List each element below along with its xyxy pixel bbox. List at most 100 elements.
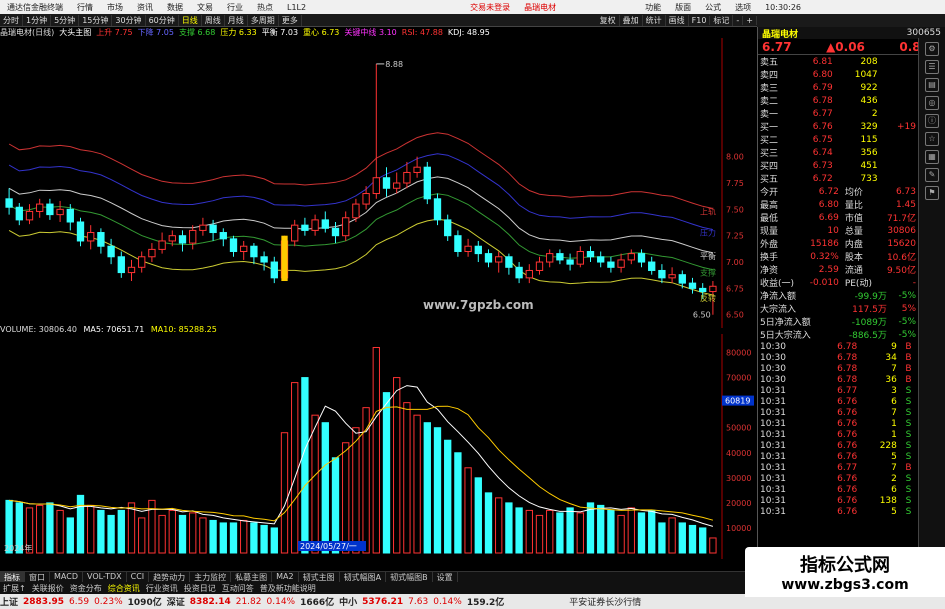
candle-body[interactable]: [331, 227, 340, 237]
side-info-icon[interactable]: ⓘ: [925, 114, 939, 128]
candle-body[interactable]: [107, 245, 115, 258]
volume-bar[interactable]: [372, 347, 380, 554]
mark-button[interactable]: 标记: [710, 14, 734, 26]
volume-bar[interactable]: [189, 512, 197, 554]
candle-body[interactable]: [668, 274, 676, 279]
volume-bar[interactable]: [199, 517, 207, 554]
candle-body[interactable]: [382, 177, 391, 189]
flow-row[interactable]: 5日大宗流入 -886.5万 -5%: [758, 328, 918, 342]
candle-body[interactable]: [678, 274, 686, 284]
volume-bar[interactable]: [403, 402, 411, 554]
period-15min[interactable]: 15分钟: [79, 14, 113, 26]
candle-body[interactable]: [158, 240, 166, 250]
period-1min[interactable]: 1分钟: [23, 14, 52, 26]
indicator-tab-3[interactable]: VOL-TDX: [83, 572, 127, 582]
bid-row[interactable]: 买三 6.74 356: [758, 146, 918, 160]
candle-body[interactable]: [607, 261, 615, 268]
volume-bar[interactable]: [117, 509, 125, 554]
volume-bar[interactable]: [352, 427, 360, 554]
candle-body[interactable]: [97, 232, 105, 247]
indicator-name[interactable]: 大头主图: [59, 27, 91, 38]
menu-quote[interactable]: 行情: [70, 2, 100, 13]
side-settings-icon[interactable]: ⚙: [925, 42, 939, 56]
bid-row[interactable]: 买四 6.73 451: [758, 159, 918, 173]
menu-data[interactable]: 数据: [160, 2, 190, 13]
volume-bar[interactable]: [250, 522, 258, 554]
candle-body[interactable]: [423, 166, 431, 200]
ask-row[interactable]: 卖五 6.81 208: [758, 55, 918, 69]
candle-body[interactable]: [688, 282, 697, 289]
volume-bar[interactable]: [688, 524, 697, 554]
period-multi[interactable]: 多周期: [248, 14, 279, 26]
volume-bar[interactable]: [229, 522, 238, 554]
extension-tab-1[interactable]: 关联报价: [29, 583, 67, 594]
adjust-button[interactable]: 复权: [597, 14, 620, 26]
period-weekly[interactable]: 周线: [202, 14, 225, 26]
candle-body[interactable]: [372, 177, 380, 195]
volume-bar[interactable]: [658, 522, 666, 554]
candle-body[interactable]: [250, 245, 258, 258]
side-star-icon[interactable]: ☆: [925, 132, 939, 146]
volume-bar[interactable]: [433, 427, 442, 554]
menu-function[interactable]: 功能: [638, 2, 668, 13]
volume-bar[interactable]: [260, 524, 268, 554]
candle-body[interactable]: [138, 256, 146, 268]
volume-bar[interactable]: [678, 522, 686, 554]
candle-body[interactable]: [46, 203, 54, 216]
index-name-2[interactable]: 中小: [339, 595, 357, 608]
candle-body[interactable]: [444, 219, 452, 237]
extension-tab-0[interactable]: 扩展↑: [0, 583, 29, 594]
candle-body[interactable]: [87, 232, 95, 242]
extension-tab-5[interactable]: 投资日记: [181, 583, 219, 594]
candle-body[interactable]: [66, 208, 74, 223]
volume-bar[interactable]: [474, 477, 482, 554]
indicator-tab-1[interactable]: 窗口: [25, 572, 50, 582]
extension-tab-6[interactable]: 互动问答: [219, 583, 257, 594]
candle-body[interactable]: [617, 259, 625, 268]
volume-bar[interactable]: [219, 522, 227, 554]
volume-bar[interactable]: [525, 509, 533, 554]
menu-market[interactable]: 市场: [100, 2, 130, 13]
volume-bar[interactable]: [36, 504, 44, 554]
ask-row[interactable]: 卖二 6.78 436: [758, 94, 918, 108]
period-5min[interactable]: 5分钟: [51, 14, 80, 26]
candle-body[interactable]: [178, 235, 187, 244]
ask-row[interactable]: 卖三 6.79 922: [758, 81, 918, 95]
candle-body[interactable]: [525, 269, 533, 279]
indicator-tab-6[interactable]: 主力监控: [190, 572, 232, 582]
side-note-icon[interactable]: ✎: [925, 168, 939, 182]
candle-body[interactable]: [342, 217, 350, 237]
candle-body[interactable]: [25, 210, 34, 221]
volume-bar[interactable]: [597, 504, 605, 554]
period-30min[interactable]: 30分钟: [112, 14, 146, 26]
candle-body[interactable]: [454, 235, 462, 252]
candle-body[interactable]: [117, 256, 125, 274]
volume-bar[interactable]: [627, 507, 635, 554]
volume-bar[interactable]: [423, 422, 431, 554]
ask-row[interactable]: 卖一 6.77 2: [758, 107, 918, 121]
candle-body[interactable]: [229, 238, 238, 253]
indicator-tab-0[interactable]: 指标: [0, 572, 25, 582]
candle-body[interactable]: [464, 245, 472, 253]
period-daily[interactable]: 日线: [179, 14, 202, 26]
candle-body[interactable]: [76, 221, 85, 242]
candle-body[interactable]: [495, 256, 503, 263]
indicator-tab-11[interactable]: 韧式幅图B: [386, 572, 433, 582]
volume-bar[interactable]: [617, 514, 625, 554]
candle-body[interactable]: [260, 256, 268, 263]
flow-row[interactable]: 大宗流入 117.5万 5%: [758, 302, 918, 316]
volume-bar[interactable]: [168, 509, 176, 554]
volume-bar[interactable]: [535, 514, 544, 554]
indicator-tab-5[interactable]: 趋势动力: [149, 572, 191, 582]
volume-bar[interactable]: [556, 512, 564, 554]
volume-bar[interactable]: [301, 377, 309, 554]
volume-bar[interactable]: [444, 439, 452, 554]
candle-body[interactable]: [362, 193, 370, 205]
extension-tab-4[interactable]: 行业资讯: [143, 583, 181, 594]
menu-l1l2[interactable]: L1L2: [280, 3, 313, 12]
volume-bar[interactable]: [56, 509, 64, 554]
zoom-out-button[interactable]: -: [733, 15, 744, 25]
candle-body[interactable]: [148, 248, 156, 258]
menu-layout[interactable]: 版面: [668, 2, 698, 13]
volume-bar[interactable]: [546, 509, 554, 554]
